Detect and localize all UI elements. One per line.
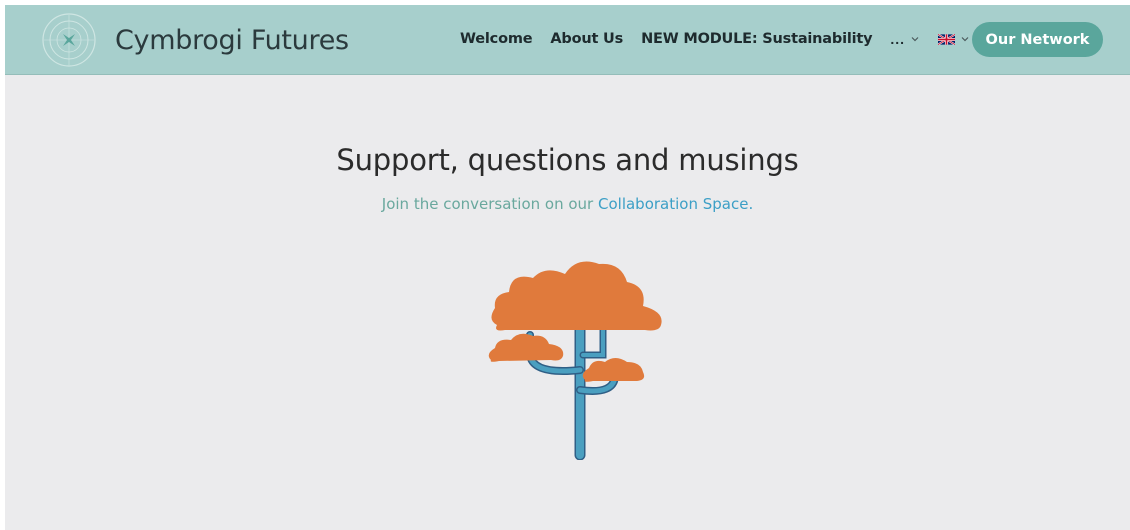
brand-link[interactable]: Cymbrogi Futures — [41, 13, 349, 67]
compass-logo-icon — [42, 13, 96, 67]
page: Cymbrogi Futures Welcome About Us NEW MO… — [5, 5, 1130, 530]
chevron-down-icon — [911, 37, 919, 42]
nav-more-dropdown[interactable]: ... — [890, 31, 920, 47]
nav-welcome[interactable]: Welcome — [460, 31, 533, 47]
our-network-button[interactable]: Our Network — [972, 22, 1103, 57]
language-selector[interactable] — [938, 33, 970, 45]
uk-flag-icon — [938, 33, 956, 45]
main-nav: Welcome About Us NEW MODULE: Sustainabil… — [460, 27, 970, 51]
more-label: ... — [890, 31, 906, 47]
page-title: Support, questions and musings — [336, 143, 799, 177]
page-subtitle: Join the conversation on our Collaborati… — [5, 195, 1130, 213]
nav-new-module-sustainability[interactable]: NEW MODULE: Sustainability — [641, 31, 873, 47]
brand-name: Cymbrogi Futures — [115, 24, 349, 56]
collaboration-space-link[interactable]: Collaboration Space. — [598, 195, 753, 213]
chevron-down-icon — [961, 37, 969, 42]
site-header: Cymbrogi Futures Welcome About Us NEW MO… — [5, 5, 1130, 75]
nav-about-us[interactable]: About Us — [550, 31, 623, 47]
tree-illustration-icon — [488, 261, 662, 460]
subtitle-text: Join the conversation on our — [381, 195, 598, 213]
